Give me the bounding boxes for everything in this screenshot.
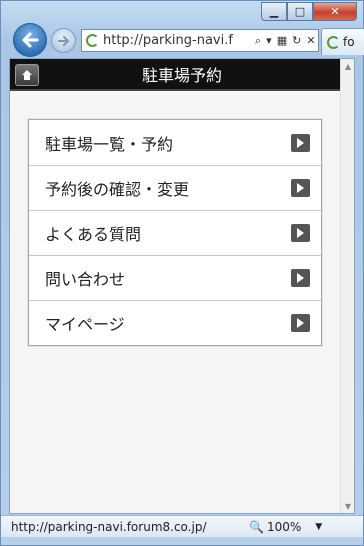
chevron-right-icon (291, 179, 310, 197)
chevron-right-icon (291, 314, 310, 332)
chevron-right-icon (291, 133, 310, 152)
menu-item-label: マイページ (45, 315, 125, 334)
zoom-control[interactable]: 🔍 100% (249, 520, 301, 534)
tab-label: fo (343, 35, 355, 49)
menu-item-label: 問い合わせ (45, 270, 126, 289)
browser-tab[interactable]: fo (321, 28, 364, 55)
home-button[interactable] (15, 64, 39, 86)
address-bar[interactable]: http://parking-navi.f ⌕ ▾ ▦ ↻ ✕ (81, 29, 319, 52)
page-viewport: 駐車場予約 駐車場一覧・予約 予約後の確認・変更 よくある質問 問い合わせ マイ… (9, 58, 355, 514)
forward-arrow-icon (57, 35, 69, 46)
tab-favicon-icon (327, 35, 340, 49)
chevron-right-icon (291, 224, 310, 242)
stop-icon[interactable]: ✕ (306, 34, 315, 47)
page-title: 駐車場予約 (141, 66, 222, 85)
zoom-dropdown-icon[interactable]: ▼ (315, 522, 322, 532)
vertical-scrollbar[interactable]: ▲ ▼ (340, 59, 354, 513)
dropdown-icon[interactable]: ▾ (266, 34, 272, 47)
menu-item-label: 駐車場一覧・予約 (45, 134, 174, 154)
site-favicon-icon (86, 34, 99, 47)
browser-window: ▁ □ ✕ http://parking-navi.f ⌕ ▾ ▦ ↻ ✕ fo (0, 0, 364, 546)
menu-item-reservation-check[interactable]: 予約後の確認・変更 (29, 165, 321, 210)
address-text[interactable]: http://parking-navi.f (103, 33, 251, 48)
minimize-button[interactable]: ▁ (261, 2, 287, 21)
chevron-right-icon (291, 269, 310, 287)
home-icon (22, 70, 32, 80)
zoom-level: 100% (266, 519, 302, 534)
scroll-down-icon[interactable]: ▼ (343, 501, 353, 511)
compatibility-view-icon[interactable]: ▦ (277, 34, 287, 47)
menu-item-contact[interactable]: 問い合わせ (29, 255, 321, 300)
back-button[interactable] (13, 23, 47, 57)
menu-item-label: 予約後の確認・変更 (45, 180, 190, 199)
window-caption-buttons: ▁ □ ✕ (261, 2, 357, 21)
menu-item-mypage[interactable]: マイページ (29, 300, 321, 345)
close-button[interactable]: ✕ (313, 2, 357, 21)
forward-button[interactable] (51, 28, 76, 53)
zoom-icon: 🔍 (249, 519, 264, 534)
scroll-up-icon[interactable]: ▲ (343, 61, 353, 71)
main-menu: 駐車場一覧・予約 予約後の確認・変更 よくある質問 問い合わせ マイページ (28, 119, 322, 346)
back-arrow-icon (22, 32, 39, 48)
search-icon[interactable]: ⌕ (255, 34, 261, 48)
refresh-icon[interactable]: ↻ (292, 34, 301, 47)
menu-item-parking-list[interactable]: 駐車場一覧・予約 (29, 120, 321, 165)
menu-item-label: よくある質問 (45, 225, 142, 244)
status-url: http://parking-navi.forum8.co.jp/ (11, 519, 207, 534)
maximize-button[interactable]: □ (287, 2, 313, 21)
status-bar: http://parking-navi.forum8.co.jp/ 🔍 100%… (1, 515, 363, 537)
menu-item-faq[interactable]: よくある質問 (29, 210, 321, 255)
page-header: 駐車場予約 (10, 59, 354, 91)
